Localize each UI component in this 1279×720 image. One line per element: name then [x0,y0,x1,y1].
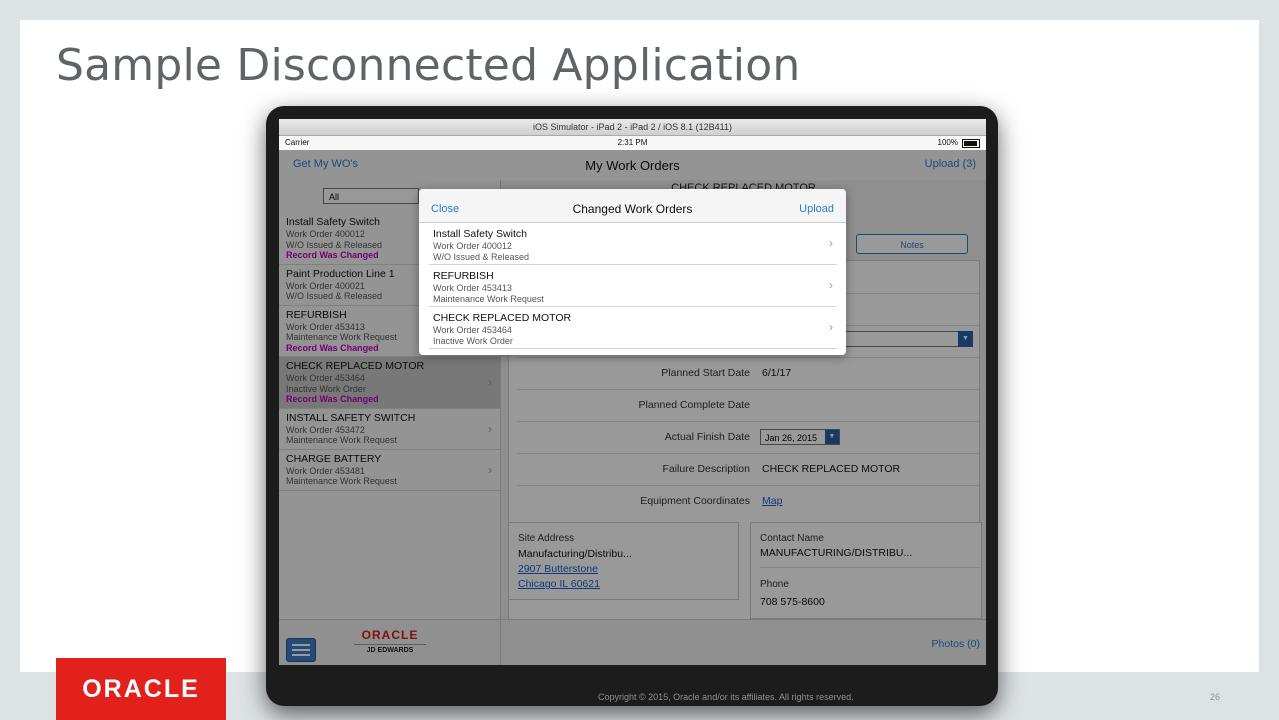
copyright-text: Copyright © 2015, Oracle and/or its affi… [598,692,854,702]
page-number: 26 [1210,692,1221,702]
chevron-right-icon: › [829,319,833,334]
list-item[interactable]: REFURBISH Work Order 453413 Maintenance … [429,265,837,307]
popup-item-status: W/O Issued & Released [433,252,530,262]
slide-title: Sample Disconnected Application [56,40,801,91]
upload-button[interactable]: Upload [799,203,834,215]
simulator-titlebar: iOS Simulator - iPad 2 - iPad 2 / iOS 8.… [279,119,986,136]
battery-icon [962,139,980,148]
battery-percent: 100% [937,138,958,147]
changed-work-orders-popup: Close Changed Work Orders Upload Install… [419,189,846,355]
popup-item-status: Maintenance Work Request [433,294,544,304]
list-item[interactable]: CHECK REPLACED MOTOR Work Order 453464 I… [429,307,837,349]
popup-item-status: Inactive Work Order [433,336,513,346]
popup-item-title: CHECK REPLACED MOTOR [433,312,572,324]
list-item[interactable]: Install Safety Switch Work Order 400012 … [429,223,837,265]
popup-item-title: REFURBISH [433,270,494,282]
chevron-right-icon: › [829,277,833,292]
popup-item-number: Work Order 453413 [433,283,512,293]
popup-title: Changed Work Orders [572,202,693,216]
popup-item-number: Work Order 453464 [433,325,512,335]
status-time: 2:31 PM [617,138,648,147]
popup-header: Close Changed Work Orders Upload [419,189,846,223]
chevron-right-icon: › [829,235,833,250]
ios-status-bar: Carrier 2:31 PM 100% [279,136,986,150]
oracle-logo-text: ORACLE [82,674,200,703]
ios-simulator: iOS Simulator - iPad 2 - iPad 2 / iOS 8.… [279,119,986,665]
popup-item-title: Install Safety Switch [433,228,527,240]
oracle-logo: ORACLE [56,658,226,720]
popup-item-number: Work Order 400012 [433,241,512,251]
